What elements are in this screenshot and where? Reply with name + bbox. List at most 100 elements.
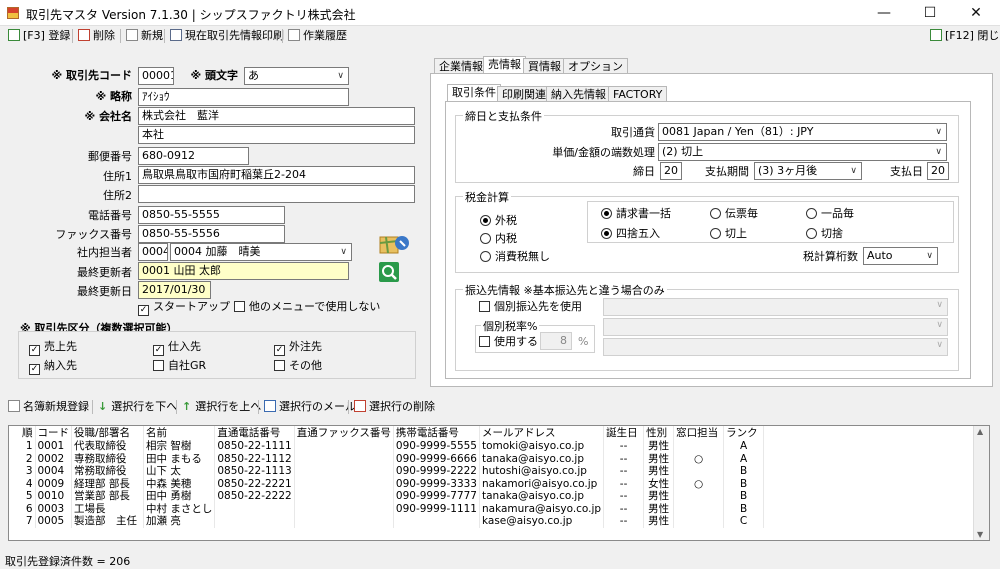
payday-field[interactable]: 20 bbox=[927, 162, 949, 180]
vertical-scrollbar[interactable]: ▲ ▼ bbox=[973, 426, 989, 540]
tab-sales-info[interactable]: 売情報 bbox=[483, 56, 526, 74]
mail-button[interactable]: 選択行のメール bbox=[262, 399, 356, 415]
print-button[interactable]: 現在取引先情報印刷 bbox=[168, 28, 284, 44]
category-outsource[interactable]: ✓ 外注先 bbox=[274, 340, 322, 356]
column-header[interactable]: 直通電話番号 bbox=[214, 426, 295, 440]
category-group-company[interactable]: 自社GR bbox=[153, 359, 206, 373]
add-contact-button[interactable]: 名簿新規登録 bbox=[6, 399, 89, 415]
move-up-button[interactable]: ↑ 選択行を上へ bbox=[180, 399, 261, 415]
delete-button[interactable]: 削除 bbox=[76, 28, 115, 44]
code-field[interactable]: 00001 bbox=[138, 67, 174, 85]
table-row[interactable]: 1 0001 代表取締役 相宗 智樹 0850-22-1111 090-9999-5555… bbox=[9, 440, 765, 453]
search-icon[interactable] bbox=[379, 262, 399, 282]
subtab-terms[interactable]: 取引条件 bbox=[447, 84, 501, 102]
company-branch-field[interactable]: 本社 bbox=[138, 126, 415, 144]
percent-label: % bbox=[578, 335, 589, 348]
column-header[interactable]: 順 bbox=[9, 426, 36, 440]
column-header[interactable]: 性別 bbox=[643, 426, 675, 440]
table-cell: 田中 まもる bbox=[143, 452, 216, 465]
addr2-field[interactable] bbox=[138, 185, 415, 203]
scroll-down-icon[interactable]: ▼ bbox=[977, 530, 983, 539]
tax-inclusive-radio[interactable]: 内税 bbox=[480, 232, 517, 246]
move-down-button[interactable]: ↓ 選択行を下へ bbox=[96, 399, 177, 415]
column-header[interactable]: 名前 bbox=[143, 426, 216, 440]
zip-field[interactable]: 680-0912 bbox=[138, 147, 249, 165]
rounding-select[interactable]: (2) 切上 ∨ bbox=[658, 143, 947, 161]
subtab-delivery[interactable]: 納入先情報 bbox=[546, 86, 611, 102]
updater-field: 0001 山田 太郎 bbox=[138, 262, 349, 280]
startup-checkbox[interactable]: ✓ スタートアップ bbox=[138, 300, 230, 316]
column-header[interactable]: 直通ファックス番号 bbox=[294, 426, 394, 440]
column-header[interactable]: 窓口担当 bbox=[673, 426, 725, 440]
issue-slip-radio[interactable]: 伝票毎 bbox=[710, 207, 758, 221]
column-header[interactable]: メールアドレス bbox=[479, 426, 605, 440]
table-cell bbox=[214, 515, 295, 528]
tax-digits-select[interactable]: Auto ∨ bbox=[863, 247, 938, 265]
close-button[interactable]: [F12] 閉じる bbox=[928, 28, 1000, 44]
category-delivery[interactable]: ✓ 納入先 bbox=[29, 359, 77, 375]
company-field[interactable]: 株式会社 藍洋 bbox=[138, 107, 415, 125]
delete-row-button[interactable]: 選択行の削除 bbox=[352, 399, 435, 415]
tax-exclusive-radio[interactable]: 外税 bbox=[480, 214, 517, 228]
staff-select[interactable]: 0004 加藤 晴美 ∨ bbox=[170, 243, 352, 261]
column-header[interactable]: 誕生日 bbox=[603, 426, 645, 440]
abbr-field[interactable]: ｱｲｼｮｳ bbox=[138, 88, 349, 106]
table-row[interactable]: 5 0010 営業部 部長 田中 勇樹 0850-22-2222 090-9999-777… bbox=[9, 490, 765, 503]
rate-title: 個別税率% bbox=[481, 318, 540, 334]
table-row[interactable]: 6 0003 工場長 中村 まさとし 090-9999-1111 nakamura@ais… bbox=[9, 502, 765, 515]
new-button[interactable]: 新規 bbox=[124, 28, 163, 44]
close-window-button[interactable]: ✕ bbox=[953, 0, 999, 26]
fax-field[interactable]: 0850-55-5556 bbox=[138, 225, 285, 243]
currency-select[interactable]: 0081 Japan / Yen（81）: JPY ∨ bbox=[658, 123, 947, 141]
code-label: ※ 取引先コード bbox=[51, 69, 132, 82]
subtab-factory[interactable]: FACTORY bbox=[608, 86, 668, 102]
column-header[interactable]: 役職/部署名 bbox=[71, 426, 144, 440]
issue-item-radio[interactable]: 一品毎 bbox=[806, 207, 854, 221]
othermenu-checkbox[interactable]: 他のメニューで使用しない bbox=[234, 300, 380, 314]
closing-field[interactable]: 20 bbox=[660, 162, 682, 180]
category-supplier[interactable]: ✓ 仕入先 bbox=[153, 340, 201, 356]
table-row[interactable]: 2 0002 専務取締役 田中 まもる 0850-22-1112 090-9999-666… bbox=[9, 452, 765, 465]
abbr-label: ※ 略称 bbox=[95, 90, 132, 103]
table-cell bbox=[294, 515, 394, 528]
addr1-field[interactable]: 鳥取県鳥取市国府町稲葉丘2-204 bbox=[138, 166, 415, 184]
map-search-icon[interactable] bbox=[378, 233, 410, 257]
table-cell: 090-9999-5555 bbox=[393, 440, 480, 453]
rounding-label: 単価/金額の端数処理 bbox=[552, 146, 655, 159]
table-cell: 0850-22-1111 bbox=[214, 440, 295, 453]
column-header[interactable]: コード bbox=[35, 426, 72, 440]
scroll-up-icon[interactable]: ▲ bbox=[977, 427, 983, 436]
register-button[interactable]: [F3] 登録 bbox=[6, 28, 70, 44]
tab-purchase-info[interactable]: 買情報 bbox=[523, 58, 566, 74]
use-rate-checkbox[interactable]: 使用する bbox=[479, 335, 538, 349]
table-cell: 3 bbox=[9, 465, 36, 478]
round-up-radio[interactable]: 切上 bbox=[710, 227, 747, 241]
round-half-radio[interactable]: 四捨五入 bbox=[601, 227, 660, 241]
subtab-print[interactable]: 印刷関連 bbox=[497, 86, 551, 102]
staff-code-field[interactable]: 0004 bbox=[138, 243, 168, 261]
table-cell: 男性 bbox=[643, 490, 675, 503]
tab-options[interactable]: オプション bbox=[563, 58, 628, 74]
table-row[interactable]: 4 0009 経理部 部長 中森 美穂 0850-22-2221 090-9999-333… bbox=[9, 477, 765, 490]
history-button[interactable]: 作業履歴 bbox=[286, 28, 347, 44]
maximize-button[interactable]: ☐ bbox=[907, 0, 953, 26]
period-select[interactable]: (3) 3ヶ月後 ∨ bbox=[754, 162, 862, 180]
category-other[interactable]: その他 bbox=[274, 359, 322, 373]
issue-bulk-radio[interactable]: 請求書一括 bbox=[601, 207, 671, 221]
tel-field[interactable]: 0850-55-5555 bbox=[138, 206, 285, 224]
tab-company-info[interactable]: 企業情報 bbox=[434, 58, 488, 74]
category-sales[interactable]: ✓ 売上先 bbox=[29, 340, 77, 356]
tel-label: 電話番号 bbox=[88, 209, 132, 222]
table-cell: kase@aisyo.co.jp bbox=[479, 515, 605, 528]
table-row[interactable]: 3 0004 常務取締役 山下 太 0850-22-1113 090-9999-2222 h… bbox=[9, 465, 765, 478]
initial-select[interactable]: あ ∨ bbox=[244, 67, 349, 85]
column-header[interactable]: 携帯電話番号 bbox=[393, 426, 480, 440]
table-row[interactable]: 7 0005 製造部 主任 加瀬 亮 kase@aisyo.co.jp -- 男性 C bbox=[9, 515, 765, 528]
tax-none-radio[interactable]: 消費税無し bbox=[480, 250, 550, 264]
column-header[interactable]: ランク bbox=[723, 426, 765, 440]
table-cell: 加瀬 亮 bbox=[143, 515, 216, 528]
individual-transfer-checkbox[interactable]: 個別振込先を使用 bbox=[479, 300, 582, 314]
window-title: 取引先マスタ Version 7.1.30 | シップスファクトリ株式会社 bbox=[26, 8, 356, 22]
minimize-button[interactable]: — bbox=[861, 0, 907, 26]
round-down-radio[interactable]: 切捨 bbox=[806, 227, 843, 241]
